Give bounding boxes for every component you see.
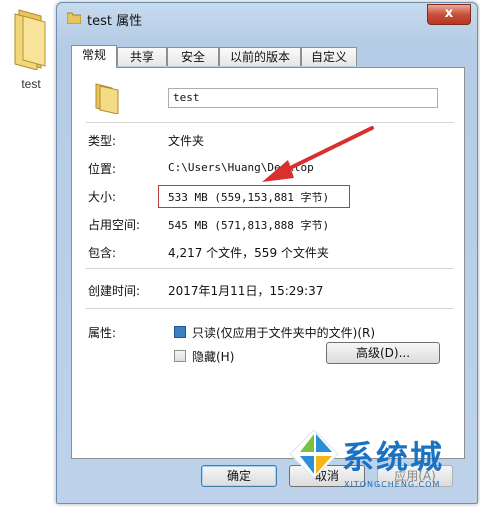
desktop-folder-test[interactable]: test (4, 6, 58, 91)
size-label: 大小: (88, 190, 117, 204)
ok-button[interactable]: 确定 (201, 465, 277, 487)
general-tab-panel: test 类型: 文件夹 位置: C:\Users\Huang\Desktop … (71, 67, 465, 459)
hidden-label[interactable]: 隐藏(H) (192, 348, 234, 365)
folder-icon (14, 9, 46, 71)
tab-security[interactable]: 安全 (167, 47, 219, 66)
watermark-brand: 系统城 (342, 438, 445, 476)
folder-name-input[interactable]: test (168, 88, 438, 108)
watermark-url: XITONGCHENG.COM (344, 480, 441, 489)
readonly-label[interactable]: 只读(仅应用于文件夹中的文件)(R) (192, 324, 375, 341)
disk-size-label: 占用空间: (88, 218, 141, 232)
separator (86, 268, 454, 269)
tab-general[interactable]: 常规 (71, 45, 117, 68)
separator (86, 308, 454, 309)
title-bar[interactable]: test 属性 x (57, 3, 477, 33)
location-value: C:\Users\Huang\Desktop (168, 161, 314, 174)
contains-value: 4,217 个文件，559 个文件夹 (168, 246, 329, 260)
readonly-checkbox[interactable] (174, 326, 186, 338)
desktop-icon-label: test (21, 77, 41, 91)
tab-customize[interactable]: 自定义 (301, 47, 357, 66)
folder-icon (67, 12, 81, 24)
size-highlight-box (158, 185, 350, 208)
location-label: 位置: (88, 162, 117, 176)
separator (86, 122, 454, 123)
window-title: test 属性 (87, 14, 143, 29)
type-value: 文件夹 (168, 134, 205, 148)
attributes-label: 属性: (88, 326, 117, 340)
created-value: 2017年1月11日，15:29:37 (168, 284, 324, 298)
contains-label: 包含: (88, 246, 117, 260)
folder-icon (95, 83, 119, 114)
type-label: 类型: (88, 134, 117, 148)
tab-sharing[interactable]: 共享 (117, 47, 167, 66)
created-label: 创建时间: (88, 284, 141, 298)
watermark: 系统城 XITONGCHENG.COM (284, 424, 480, 507)
hidden-checkbox[interactable] (174, 350, 186, 362)
disk-size-value: 545 MB (571,813,888 字节) (168, 219, 330, 232)
brand-logo-icon (289, 429, 339, 479)
advanced-button[interactable]: 高级(D)... (326, 342, 440, 364)
close-icon: x (444, 6, 454, 21)
tab-previous-versions[interactable]: 以前的版本 (219, 47, 301, 66)
close-button[interactable]: x (427, 4, 471, 25)
